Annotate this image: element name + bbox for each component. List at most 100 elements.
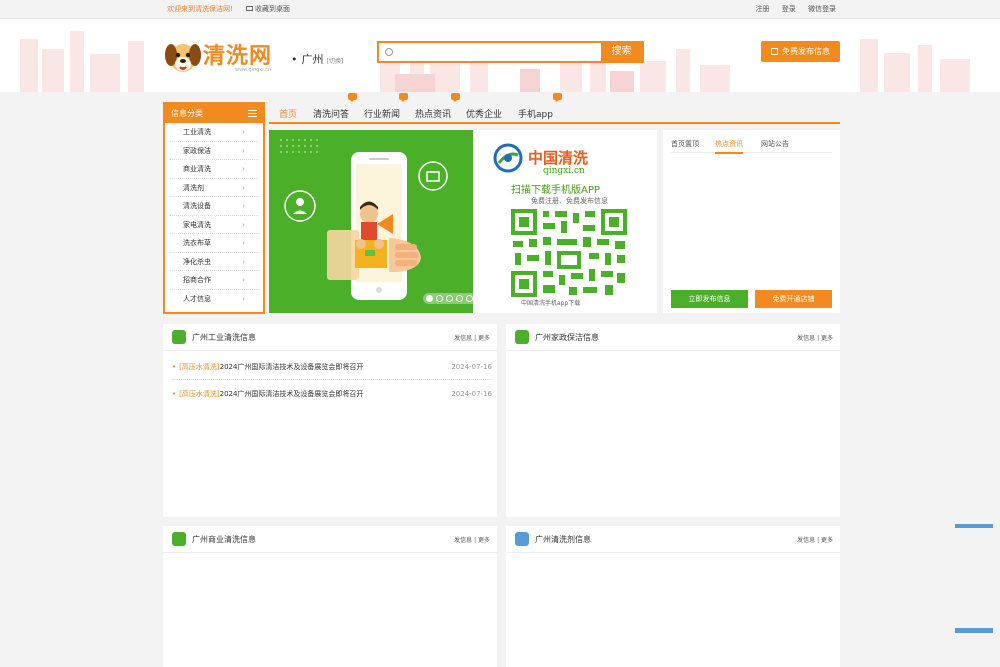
brand-domain: www.qingxi.cn xyxy=(235,67,272,73)
calendar-icon xyxy=(515,532,529,546)
menu-icon xyxy=(248,110,257,117)
chevron-right-icon: › xyxy=(242,165,245,173)
chevron-right-icon: › xyxy=(242,146,245,155)
category-header: 信息分类 xyxy=(165,104,263,123)
city-selector[interactable]: • 广州 [切换] xyxy=(291,51,343,67)
publish-now-button[interactable]: 立即发布信息 xyxy=(671,290,748,308)
search-bar: 搜索 xyxy=(377,41,644,63)
carousel-dot[interactable] xyxy=(436,295,443,302)
add-to-desktop-link[interactable]: 收藏到桌面 xyxy=(246,4,290,14)
category-item[interactable]: 净化杀虫 › xyxy=(169,253,259,271)
hot-badge-icon xyxy=(399,93,408,102)
nav-home[interactable]: 首页 xyxy=(279,107,297,120)
carousel-dot[interactable] xyxy=(456,295,463,302)
carousel-dot[interactable] xyxy=(426,295,433,302)
tab-top[interactable]: 首页置顶 xyxy=(671,139,699,149)
panel-title: 广州工业清洗信息 xyxy=(192,333,256,342)
home-icon xyxy=(515,330,529,344)
qr-code-icon xyxy=(511,209,627,297)
panel-actions[interactable]: 发信息 | 更多 xyxy=(454,535,490,544)
main-nav: 首页 清洗问答 行业新闻 热点资讯 优秀企业 手机app xyxy=(269,93,840,124)
panel-title: 广州商业清洗信息 xyxy=(192,535,256,544)
chevron-right-icon: › xyxy=(242,128,245,136)
category-sidebar: 信息分类 工业清洗 › 家政保洁 › 商业清洗 › 清洗剂 › 清洗设备 › 家电清洗 › … xyxy=(163,102,265,314)
nav-news[interactable]: 行业新闻 xyxy=(364,107,400,120)
app-download-panel: 中国清洗 qingxi.cn 扫描下载手机版APP 免费注册、免费发布信息 中国… xyxy=(473,130,657,313)
nav-app[interactable]: 手机app xyxy=(518,107,553,120)
notice-tabs: 首页置顶 热点资讯 网站公告 xyxy=(671,139,832,154)
welcome-text: 欢迎来到清洗保洁网! xyxy=(167,5,233,13)
panel-header: 广州商业清洗信息 发信息 | 更多 xyxy=(163,526,497,553)
carousel-dot[interactable] xyxy=(446,295,453,302)
monitor-icon xyxy=(246,6,253,11)
banner-illustration xyxy=(269,130,473,313)
carousel-dot[interactable] xyxy=(466,295,473,302)
wechat-login-link[interactable]: 微信登录 xyxy=(808,5,836,13)
app-url: qingxi.cn xyxy=(543,166,585,176)
panel-header: 广州清洗剂信息 发信息 | 更多 xyxy=(506,526,840,553)
carousel-dots xyxy=(423,293,479,304)
tab-hot[interactable]: 热点资讯 xyxy=(715,139,743,154)
header: 清洗网 www.qingxi.cn • 广州 [切换] 搜索 免费发布信息 xyxy=(0,19,1000,92)
city-switch-link[interactable]: [切换] xyxy=(327,58,344,65)
panel-actions[interactable]: 发信息 | 更多 xyxy=(454,333,490,342)
top-bar: 欢迎来到清洗保洁网! 收藏到桌面 注册 登录 微信登录 xyxy=(0,0,1000,19)
free-register-text: 免费注册、免费发布信息 xyxy=(531,197,608,205)
search-input[interactable] xyxy=(397,45,597,59)
panel-header: 广州家政保洁信息 发信息 | 更多 xyxy=(506,324,840,351)
dog-mascot-icon xyxy=(165,44,201,72)
chevron-right-icon: › xyxy=(242,294,245,303)
nav-companies[interactable]: 优秀企业 xyxy=(466,107,502,120)
category-item[interactable]: 家政保洁 › xyxy=(169,142,259,160)
search-button[interactable]: 搜索 xyxy=(601,43,642,61)
hot-badge-icon xyxy=(553,93,562,102)
panel-title: 广州家政保洁信息 xyxy=(535,333,599,342)
nav-qa[interactable]: 清洗问答 xyxy=(313,107,349,120)
login-link[interactable]: 登录 xyxy=(782,5,796,13)
tab-announcement[interactable]: 网站公告 xyxy=(761,139,789,149)
chevron-right-icon: › xyxy=(242,220,245,229)
edit-icon xyxy=(771,48,778,55)
chevron-right-icon: › xyxy=(242,276,245,284)
chevron-right-icon: › xyxy=(242,183,245,192)
hot-badge-icon xyxy=(348,93,357,102)
chevron-right-icon: › xyxy=(242,239,245,247)
panel-detergent: 广州清洗剂信息 发信息 | 更多 xyxy=(506,526,840,667)
category-item[interactable]: 清洗剂 › xyxy=(169,179,259,197)
chevron-right-icon: › xyxy=(242,202,245,210)
panel-title: 广州清洗剂信息 xyxy=(535,535,591,544)
nav-hot[interactable]: 热点资讯 xyxy=(415,107,451,120)
search-icon xyxy=(385,48,393,56)
category-item[interactable]: 家电清洗 › xyxy=(169,216,259,234)
qingxi-logo-icon xyxy=(493,143,523,173)
notice-box: 首页置顶 热点资讯 网站公告 立即发布信息 免费开通店铺 xyxy=(663,130,840,313)
category-item[interactable]: 清洗设备 › xyxy=(169,197,259,216)
chevron-right-icon: › xyxy=(242,257,245,266)
open-shop-button[interactable]: 免费开通店铺 xyxy=(755,290,832,308)
scan-text: 扫描下载手机版APP xyxy=(511,185,600,196)
panel-header: 广州工业清洗信息 发信息 | 更多 xyxy=(163,324,497,351)
list-item[interactable]: • [高压水清洗]2024广州国际清洁技术及设备展览会即将召开 2024-07-1… xyxy=(172,354,492,380)
panel-housekeeping: 广州家政保洁信息 发信息 | 更多 xyxy=(506,324,840,517)
category-item[interactable]: 洗衣布草 › xyxy=(169,234,259,253)
publish-info-button[interactable]: 免费发布信息 xyxy=(761,41,840,62)
register-link[interactable]: 注册 xyxy=(756,5,770,13)
panel-actions[interactable]: 发信息 | 更多 xyxy=(797,535,833,544)
city-name: 广州 xyxy=(301,53,324,66)
banner-carousel[interactable]: 中国清洗 qingxi.cn 扫描下载手机版APP 免费注册、免费发布信息 中国… xyxy=(269,130,657,313)
category-item[interactable]: 工业清洗 › xyxy=(169,123,259,142)
panel-commercial-cleaning: 广州商业清洗信息 发信息 | 更多 xyxy=(163,526,497,667)
side-float-tab[interactable] xyxy=(955,524,993,528)
brand-name: 清洗网 xyxy=(203,44,273,69)
category-item[interactable]: 人才信息 › xyxy=(169,290,259,309)
hot-badge-icon xyxy=(451,93,460,102)
phone-icon xyxy=(172,330,186,344)
side-float-tab[interactable] xyxy=(955,628,993,633)
app-title: 中国清洗 xyxy=(528,149,589,167)
list-item[interactable]: • [高压水清洗]2024广州国际清洁技术及设备展览会即将召开 2024-07-1… xyxy=(172,381,492,407)
panel-actions[interactable]: 发信息 | 更多 xyxy=(797,333,833,342)
category-item[interactable]: 商业清洗 › xyxy=(169,160,259,179)
qr-caption: 中国清洗手机app下载 xyxy=(521,300,581,307)
site-logo[interactable]: 清洗网 www.qingxi.cn xyxy=(163,38,283,78)
category-item[interactable]: 招商合作 › xyxy=(169,271,259,290)
